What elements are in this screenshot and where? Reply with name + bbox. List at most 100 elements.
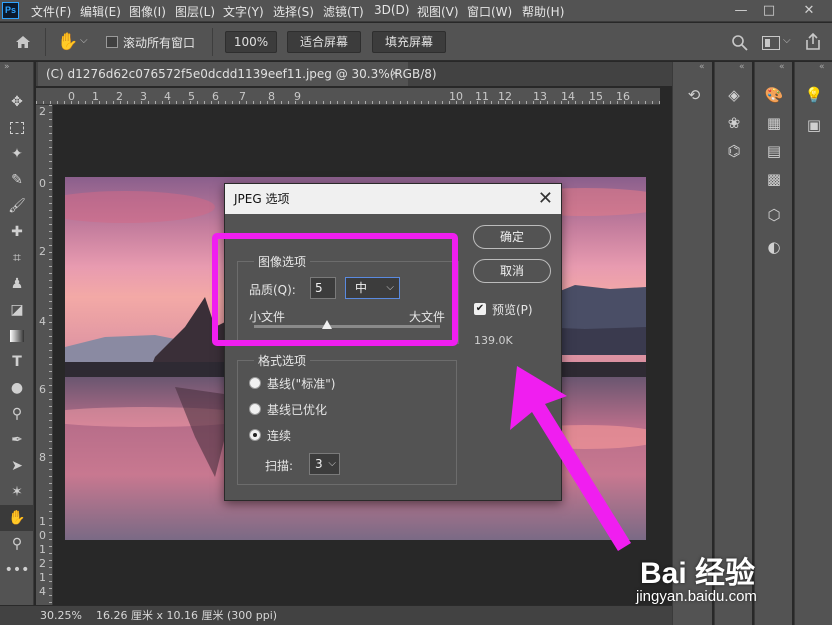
fit-screen-button[interactable]: 适合屏幕 [287,31,361,53]
menu-type[interactable]: 文字(Y) [223,3,264,20]
workspace-icon[interactable] [762,36,780,50]
menu-view[interactable]: 视图(V) [417,3,459,20]
chevron-down-icon: ⌵ [328,458,336,469]
learn-panel-dock: « 💡 ▣ [794,62,832,625]
libraries-icon[interactable]: ▣ [799,112,829,138]
zoom-100-button[interactable]: 100% [225,31,277,53]
ruler-label: 6 [39,383,46,396]
ruler-label: 0 [39,529,46,542]
baseline-optimized-label: 基线已优化 [267,403,328,417]
collapse-icon[interactable]: « [739,62,745,72]
blur-tool-icon[interactable]: ● [0,375,34,401]
ok-button[interactable]: 确定 [473,225,551,249]
eyedropper-tool-icon[interactable]: ✎ [0,167,34,193]
hand-tool-icon[interactable]: ✋ [57,32,78,52]
menu-3d[interactable]: 3D(D) [374,3,409,17]
menu-layer[interactable]: 图层(L) [175,3,215,20]
watermark-logo: Bai 经验 [640,557,756,590]
close-icon[interactable]: ✕ [538,184,553,214]
dialog-titlebar[interactable]: JPEG 选项 ✕ [225,184,561,214]
home-icon[interactable] [14,33,32,51]
patterns-icon[interactable]: ▩ [759,166,789,192]
share-icon[interactable] [804,32,822,52]
more-tools-icon[interactable]: ••• [0,557,34,583]
hand-tool-icon[interactable]: ✋ [0,505,34,531]
document-tab[interactable]: (C) d1276d62c076572f5e0dcdd1139eef11.jpe… [38,62,437,86]
horizontal-ruler: 0 1 2 3 4 5 6 7 8 9 10 11 12 13 14 15 16 [36,88,660,105]
crop-tool-icon[interactable]: ⌗ [0,245,34,271]
zoom-level[interactable]: 30.25% [40,606,82,625]
path-selection-tool-icon[interactable]: ➤ [0,453,34,479]
learn-lightbulb-icon[interactable]: 💡 [799,82,829,108]
menu-file[interactable]: 文件(F) [31,3,71,20]
highlight-box [212,233,458,346]
zoom-tool-icon[interactable]: ⚲ [0,531,34,557]
swatches-icon[interactable]: ▦ [759,110,789,136]
baseline-standard-label: 基线("标准") [267,377,336,391]
chevron-down-icon[interactable]: ⌵ [783,35,791,46]
close-window-button[interactable]: ✕ [796,1,822,21]
progressive-radio[interactable] [249,429,261,441]
fill-screen-button[interactable]: 填充屏幕 [372,31,446,53]
menu-window[interactable]: 窗口(W) [467,3,512,20]
history-panel-dock: « ⟲ [672,62,712,625]
progressive-label: 连续 [267,429,292,443]
menu-help[interactable]: 帮助(H) [522,3,564,20]
document-size: 16.26 厘米 x 10.16 厘米 (300 ppi) [96,609,278,622]
layers-icon[interactable]: ◈ [719,82,749,108]
healing-brush-tool-icon[interactable]: ✚ [0,219,34,245]
file-size-readout: 139.0K [474,334,513,347]
minimize-button[interactable]: — [728,1,754,21]
brush-tool-icon[interactable]: 🖌 [0,193,34,219]
maximize-button[interactable]: □ [756,1,782,21]
menu-image[interactable]: 图像(I) [129,3,166,20]
ruler-label: 1 [39,571,46,584]
tools-panel: » ✥ ✦ ✎ 🖌 ✚ ⌗ ♟ ◪ T ● ⚲ ✒ ➤ ✶ ✋ ⚲ ••• [0,62,34,605]
search-icon[interactable] [731,34,749,52]
status-bar: 30.25% 16.26 厘米 x 10.16 厘米 (300 ppi) [0,605,672,625]
gradients-icon[interactable]: ▤ [759,138,789,164]
magic-wand-tool-icon[interactable]: ✦ [0,141,34,167]
ruler-label: 1 [39,515,46,528]
stamp-tool-icon[interactable]: ♟ [0,271,34,297]
collapse-icon[interactable]: « [779,62,785,72]
scans-label: 扫描: [265,459,294,473]
marquee-tool-icon[interactable] [0,115,34,141]
baseline-optimized-radio[interactable] [249,403,261,415]
chevron-down-icon[interactable]: ⌵ [80,35,88,46]
gradient-tool-icon[interactable] [0,323,34,349]
3d-icon[interactable]: ⬡ [759,202,789,228]
menu-filter[interactable]: 滤镜(T) [323,3,364,20]
ruler-label: 2 [39,557,46,570]
paths-icon[interactable]: ⌬ [719,138,749,164]
divider [45,28,46,56]
channels-icon[interactable]: ❀ [719,110,749,136]
shape-tool-icon[interactable]: ✶ [0,479,34,505]
collapse-icon[interactable]: « [819,62,825,72]
ruler-label: 0 [39,177,46,190]
type-tool-icon[interactable]: T [0,349,34,375]
pointer-arrow [505,360,640,555]
collapse-icon[interactable]: « [699,62,705,72]
format-options-title: 格式选项 [254,352,311,369]
scroll-all-checkbox[interactable] [106,36,118,48]
scans-select[interactable]: 3 ⌵ [309,453,340,475]
dodge-tool-icon[interactable]: ⚲ [0,401,34,427]
eraser-tool-icon[interactable]: ◪ [0,297,34,323]
cancel-button[interactable]: 取消 [473,259,551,283]
pen-tool-icon[interactable]: ✒ [0,427,34,453]
move-tool-icon[interactable]: ✥ [0,89,34,115]
layers-panel-dock: « ◈ ❀ ⌬ [714,62,752,625]
menu-edit[interactable]: 编辑(E) [80,3,121,20]
ruler-label: 8 [39,451,46,464]
ruler-label: 2 [39,245,46,258]
preview-checkbox[interactable]: ✔ [474,303,486,315]
adjustments-icon[interactable]: ◐ [759,234,789,260]
close-tab-icon[interactable]: ✕ [390,62,399,86]
color-palette-icon[interactable]: 🎨 [759,82,789,108]
ruler-label: 4 [39,315,46,328]
history-icon[interactable]: ⟲ [679,82,709,108]
menu-select[interactable]: 选择(S) [273,3,314,20]
collapse-icon[interactable]: » [4,62,10,72]
baseline-standard-radio[interactable] [249,377,261,389]
